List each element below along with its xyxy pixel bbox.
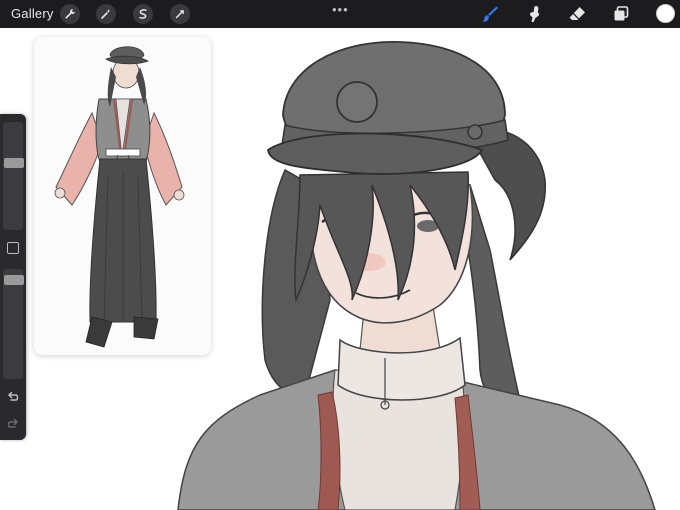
layers-icon[interactable] <box>611 4 631 24</box>
reference-window[interactable] <box>34 37 211 355</box>
more-options-button[interactable]: ••• <box>332 2 349 17</box>
color-picker-button[interactable] <box>656 4 675 23</box>
brush-icon[interactable] <box>480 4 500 24</box>
magic-wand-icon[interactable] <box>96 4 116 24</box>
top-toolbar: Gallery ••• <box>0 0 680 28</box>
procreate-app: Gallery ••• <box>0 0 680 510</box>
gallery-button[interactable]: Gallery <box>11 6 54 21</box>
selection-icon[interactable] <box>133 4 153 24</box>
wrench-icon[interactable] <box>60 4 80 24</box>
reference-image <box>54 46 185 348</box>
transform-arrow-icon[interactable] <box>170 4 190 24</box>
smudge-icon[interactable] <box>524 4 544 24</box>
eraser-icon[interactable] <box>567 4 587 24</box>
